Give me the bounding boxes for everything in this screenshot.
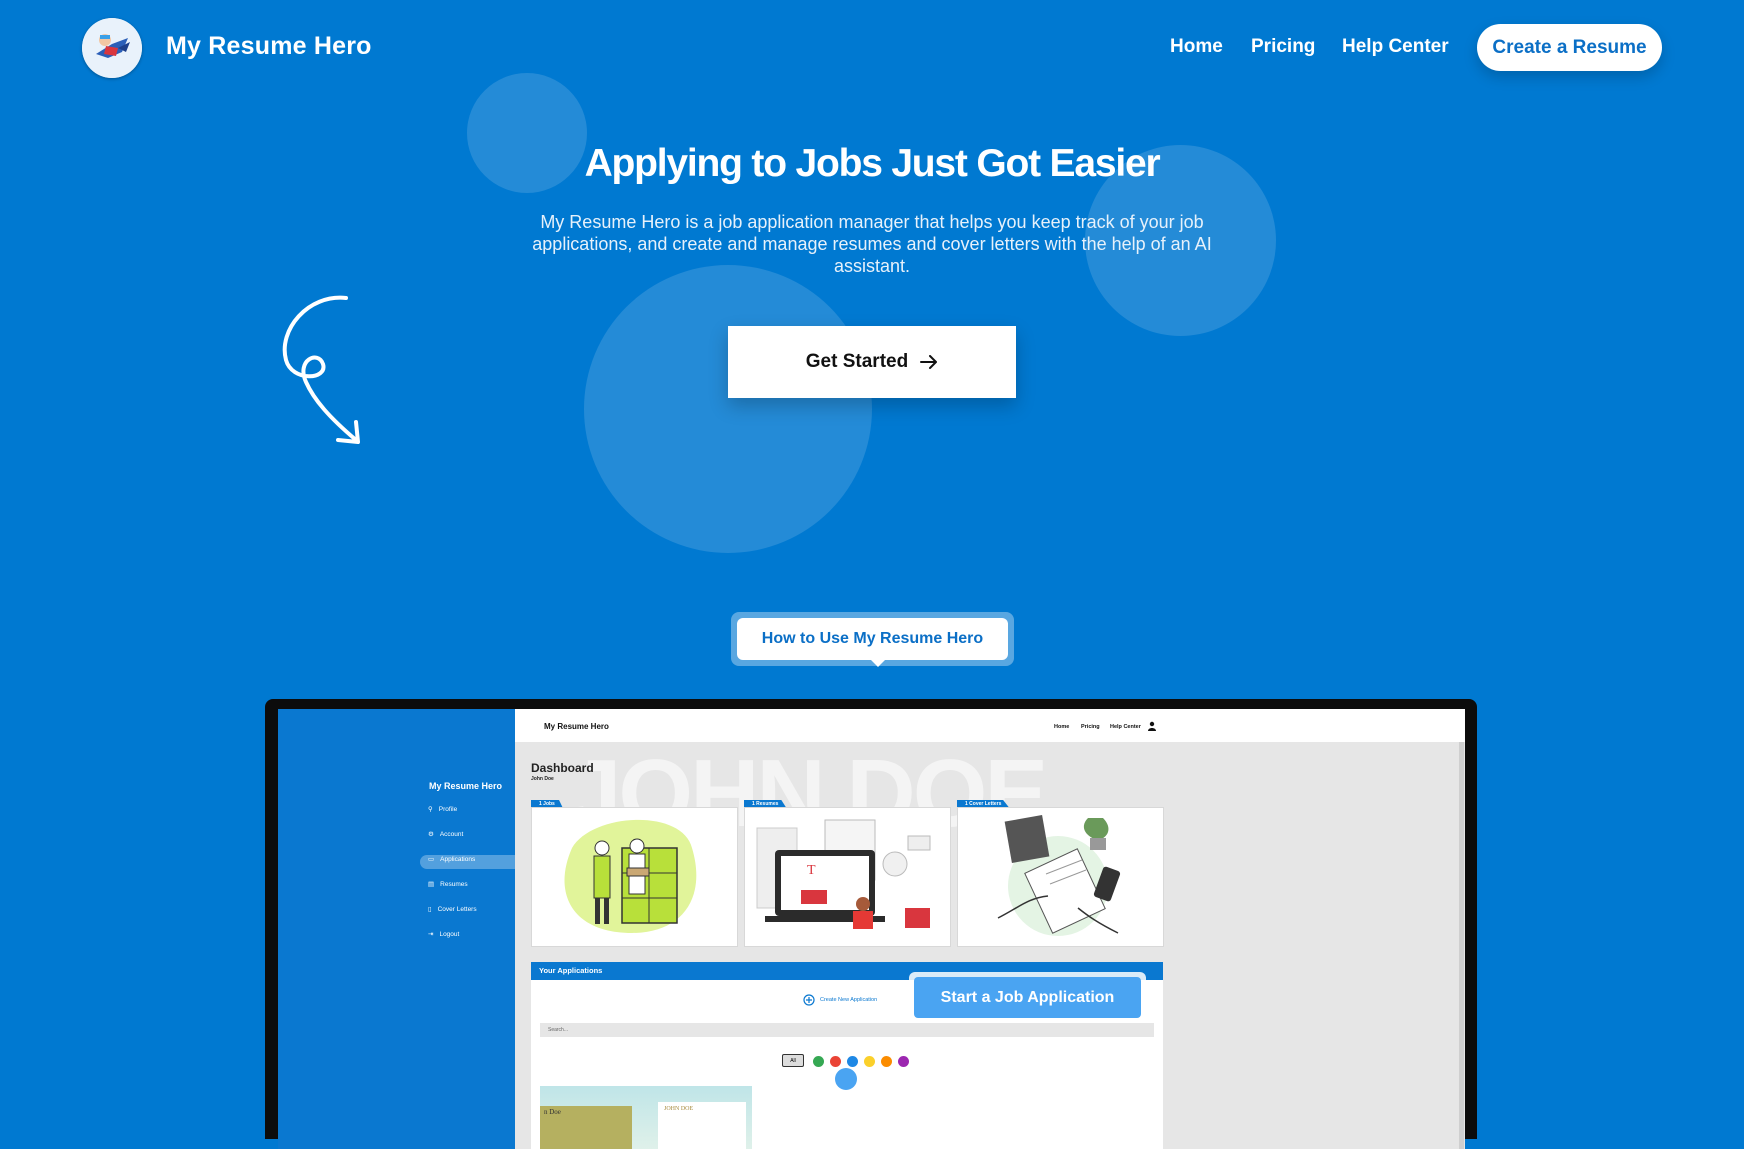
- preview-topbar-brand: My Resume Hero: [544, 722, 609, 731]
- preview-card-cover-letters: [957, 807, 1164, 947]
- filter-dot-green: [813, 1056, 824, 1067]
- decorative-circle: [584, 265, 872, 553]
- brand-name[interactable]: My Resume Hero: [166, 32, 372, 61]
- app-preview-monitor: My Resume Hero ⚲ Profile ⚙ Account ▭ Applic…: [265, 699, 1477, 1149]
- get-started-label: Get Started: [805, 351, 909, 372]
- preview-sidebar-brand: My Resume Hero: [429, 781, 503, 791]
- preview-sidebar-label: Account: [439, 830, 464, 838]
- filter-dot-purple: [898, 1056, 909, 1067]
- preview-sidebar-label: Applications: [440, 855, 476, 863]
- svg-text:T: T: [807, 863, 816, 878]
- plus-circle-icon: [803, 994, 815, 1006]
- filter-dot-red: [830, 1056, 841, 1067]
- preview-sidebar-item-applications: ▭ Applications: [428, 855, 476, 864]
- filter-dot-orange: [881, 1056, 892, 1067]
- user-icon: [1148, 721, 1156, 731]
- preview-topbar-help: Help Center: [1110, 724, 1141, 730]
- hero-description: My Resume Hero is a job application mana…: [532, 212, 1212, 276]
- preview-topbar-home: Home: [1054, 724, 1070, 730]
- preview-sidebar: My Resume Hero ⚲ Profile ⚙ Account ▭ Applic…: [278, 709, 515, 1149]
- preview-create-application: Create New Application: [803, 994, 877, 1006]
- preview-topbar: My Resume Hero Home Pricing Help Center: [515, 709, 1465, 742]
- get-started-button[interactable]: Get Started: [728, 326, 1016, 398]
- create-resume-button[interactable]: Create a Resume: [1477, 24, 1662, 71]
- preview-sidebar-item-account: ⚙ Account: [428, 830, 464, 839]
- preview-sidebar-item-logout: ⇥ Logout: [428, 930, 460, 939]
- start-application-tooltip: Start a Job Application: [909, 972, 1146, 1023]
- how-to-use-label: How to Use My Resume Hero: [761, 630, 984, 647]
- arrow-right-icon: [920, 355, 938, 369]
- filter-dot-blue: [847, 1056, 858, 1067]
- how-to-use-badge[interactable]: How to Use My Resume Hero: [731, 612, 1014, 667]
- gear-icon: ⚙: [428, 831, 434, 838]
- preview-dashboard-user: John Doe: [531, 776, 554, 782]
- start-application-tooltip-label: Start a Job Application: [914, 977, 1141, 1018]
- person-icon: ⚲: [428, 806, 433, 813]
- preview-resume-thumbnail: n Doe JOHN DOE: [540, 1086, 752, 1149]
- preview-create-label: Create New Application: [820, 997, 878, 1003]
- tooltip-pointer: [871, 660, 885, 667]
- document-icon: ▤: [428, 881, 435, 888]
- page-icon: ▯: [428, 906, 432, 913]
- preview-sidebar-item-cover-letters: ▯ Cover Letters: [428, 905, 477, 914]
- hero-title: Applying to Jobs Just Got Easier: [584, 142, 1161, 185]
- preview-topbar-pricing: Pricing: [1081, 724, 1100, 730]
- site-header: My Resume Hero Home Pricing Help Center …: [0, 0, 1744, 96]
- preview-card-resumes: T: [744, 807, 951, 947]
- logout-icon: ⇥: [428, 931, 434, 938]
- preview-sidebar-item-profile: ⚲ Profile: [428, 805, 458, 814]
- preview-scrollbar: [1459, 742, 1464, 1149]
- preview-sidebar-item-resumes: ▤ Resumes: [428, 880, 468, 889]
- cursor-indicator-icon: [835, 1068, 857, 1090]
- preview-sidebar-label: Resumes: [440, 880, 468, 888]
- preview-card-jobs: [531, 807, 738, 947]
- preview-search-input: Search...: [540, 1023, 1154, 1037]
- nav-home-link[interactable]: Home: [1170, 36, 1223, 58]
- nav-help-center-link[interactable]: Help Center: [1342, 36, 1449, 58]
- briefcase-icon: ▭: [428, 856, 435, 863]
- cover-letters-illustration-icon: [997, 815, 1121, 936]
- preview-resume-right: JOHN DOE: [658, 1102, 746, 1149]
- logo-icon[interactable]: [82, 18, 142, 78]
- curved-arrow-icon: [282, 295, 360, 444]
- preview-sidebar-label: Cover Letters: [437, 905, 477, 913]
- jobs-illustration-icon: [564, 819, 697, 933]
- nav-pricing-link[interactable]: Pricing: [1251, 36, 1315, 58]
- preview-resume-left: n Doe: [540, 1106, 632, 1149]
- preview-sidebar-label: Logout: [439, 930, 460, 938]
- preview-filter-all: All: [782, 1054, 804, 1067]
- resumes-illustration-icon: T: [756, 819, 931, 929]
- app-preview-screen: My Resume Hero ⚲ Profile ⚙ Account ▭ Applic…: [278, 709, 1465, 1149]
- preview-sidebar-label: Profile: [438, 805, 458, 813]
- filter-dot-yellow: [864, 1056, 875, 1067]
- preview-dashboard-title: Dashboard: [531, 761, 594, 775]
